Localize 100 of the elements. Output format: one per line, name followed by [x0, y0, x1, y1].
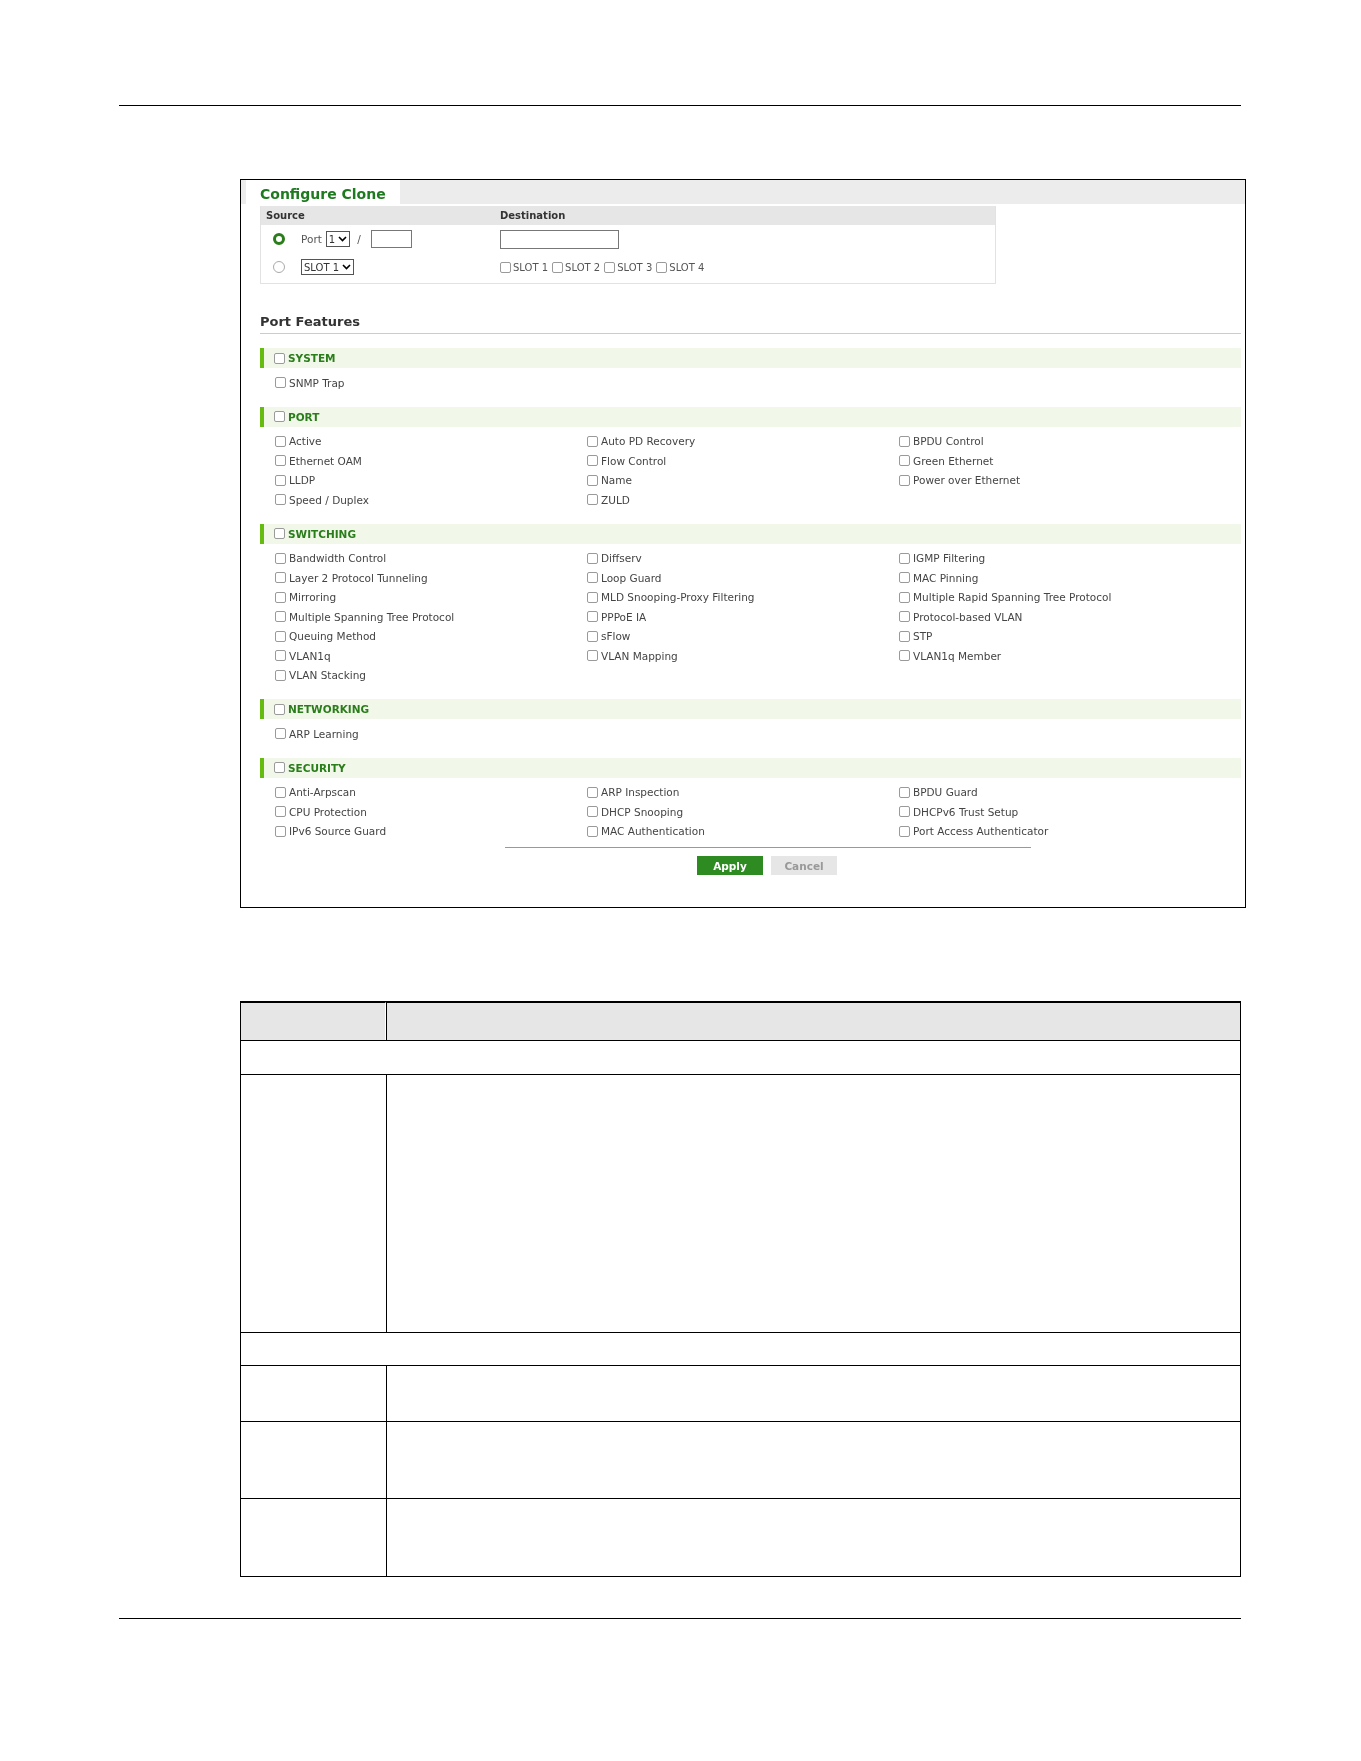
checkbox[interactable]: [587, 825, 598, 837]
checkbox[interactable]: [899, 630, 910, 642]
checkbox[interactable]: [899, 435, 910, 447]
checkbox[interactable]: [587, 552, 598, 564]
checkbox[interactable]: [274, 411, 285, 422]
checkbox[interactable]: [274, 703, 285, 715]
checkbox[interactable]: [899, 611, 910, 623]
feature-label: BPDU Guard: [913, 786, 978, 799]
section-title: Port Features: [260, 314, 1241, 334]
port-input-field[interactable]: [370, 230, 412, 248]
feature-label: BPDU Control: [913, 435, 984, 448]
slot-label: SLOT 2: [565, 261, 601, 273]
feature-label: Flow Control: [601, 454, 667, 467]
checkbox[interactable]: [552, 261, 564, 273]
checkbox[interactable]: [275, 825, 286, 837]
checkbox[interactable]: [587, 806, 598, 818]
feature-label: MAC Pinning: [913, 571, 979, 584]
feature-label: Loop Guard: [601, 571, 662, 584]
checkbox[interactable]: [587, 611, 598, 623]
feature-label: ARP Inspection: [601, 786, 680, 799]
checkbox[interactable]: [587, 455, 598, 467]
field-label: Port: [301, 233, 322, 245]
feature-label: IPv6 Source Guard: [289, 825, 387, 838]
feature-label: Anti-Arpscan: [289, 786, 356, 799]
feature-label: PPPoE IA: [601, 610, 647, 623]
group-label: SECURITY: [288, 761, 346, 774]
checkbox[interactable]: [899, 455, 910, 467]
checkbox[interactable]: [275, 728, 286, 740]
checkbox[interactable]: [587, 494, 598, 506]
column-header: Destination: [500, 210, 567, 221]
column-header: Source: [266, 210, 306, 221]
feature-label: Protocol-based VLAN: [913, 610, 1023, 623]
dropdown[interactable]: SLOT 1: [301, 259, 355, 275]
feature-label: MAC Authentication: [601, 825, 705, 838]
checkbox[interactable]: [274, 528, 285, 539]
tab[interactable]: Configure Clone: [246, 180, 400, 204]
checkbox[interactable]: [899, 806, 910, 818]
checkbox[interactable]: [275, 455, 286, 467]
feature-label: CPU Protection: [289, 805, 367, 818]
checkbox[interactable]: [587, 630, 598, 642]
checkbox[interactable]: [275, 786, 286, 798]
slot-label: SLOT 3: [617, 261, 653, 273]
feature-label: Auto PD Recovery: [601, 435, 696, 448]
checkbox[interactable]: [899, 474, 910, 486]
checkbox[interactable]: [656, 261, 668, 273]
radio-button[interactable]: [273, 261, 285, 273]
group-label: SWITCHING: [288, 527, 357, 540]
separator-label: /: [357, 233, 361, 245]
checkbox[interactable]: [275, 630, 286, 642]
checkbox[interactable]: [899, 786, 910, 798]
feature-label: Name: [601, 474, 632, 487]
checkbox[interactable]: [587, 435, 598, 447]
checkbox[interactable]: [587, 474, 598, 486]
checkbox[interactable]: [604, 261, 616, 273]
checkbox[interactable]: [587, 572, 598, 584]
destination-input-field[interactable]: [500, 230, 619, 249]
feature-label: Port Access Authenticator: [913, 825, 1049, 838]
checkbox[interactable]: [275, 435, 286, 447]
feature-label: ZULD: [601, 493, 630, 506]
checkbox[interactable]: [275, 669, 286, 681]
checkbox[interactable]: [275, 591, 286, 603]
radio-button[interactable]: [273, 233, 285, 245]
feature-label: STP: [913, 630, 933, 643]
checkbox[interactable]: [587, 650, 598, 662]
group-label: PORT: [288, 410, 320, 423]
checkbox[interactable]: [275, 572, 286, 584]
slot-label: SLOT 1: [513, 261, 549, 273]
feature-label: Bandwidth Control: [289, 552, 387, 565]
checkbox[interactable]: [899, 552, 910, 564]
checkbox[interactable]: [899, 650, 910, 662]
caret-icon: [338, 236, 348, 242]
checkbox[interactable]: [587, 786, 598, 798]
feature-label: Ethernet OAM: [289, 454, 362, 467]
checkbox[interactable]: [275, 377, 286, 389]
checkbox[interactable]: [899, 591, 910, 603]
checkbox[interactable]: [275, 806, 286, 818]
checkbox[interactable]: [275, 611, 286, 623]
checkbox[interactable]: [899, 572, 910, 584]
feature-label: Green Ethernet: [913, 454, 994, 467]
checkbox[interactable]: [500, 261, 511, 273]
feature-label: ARP Learning: [289, 727, 359, 740]
feature-label: VLAN Stacking: [289, 669, 366, 682]
checkbox[interactable]: [275, 494, 286, 506]
feature-label: Multiple Rapid Spanning Tree Protocol: [913, 591, 1112, 604]
apply-button[interactable]: Apply: [697, 856, 763, 875]
checkbox[interactable]: [275, 474, 286, 486]
feature-label: IGMP Filtering: [913, 552, 986, 565]
feature-label: Diffserv: [601, 552, 642, 565]
feature-label: MLD Snooping-Proxy Filtering: [601, 591, 755, 604]
dropdown[interactable]: 1: [325, 231, 351, 247]
checkbox[interactable]: [899, 825, 910, 837]
checkbox[interactable]: [274, 762, 285, 773]
feature-label: Multiple Spanning Tree Protocol: [289, 610, 455, 623]
checkbox[interactable]: [587, 591, 598, 603]
caret-icon: [342, 264, 352, 270]
checkbox[interactable]: [274, 352, 285, 364]
checkbox[interactable]: [275, 552, 286, 564]
feature-label: Power over Ethernet: [913, 474, 1021, 487]
feature-label: Speed / Duplex: [289, 493, 369, 506]
checkbox[interactable]: [275, 650, 286, 662]
